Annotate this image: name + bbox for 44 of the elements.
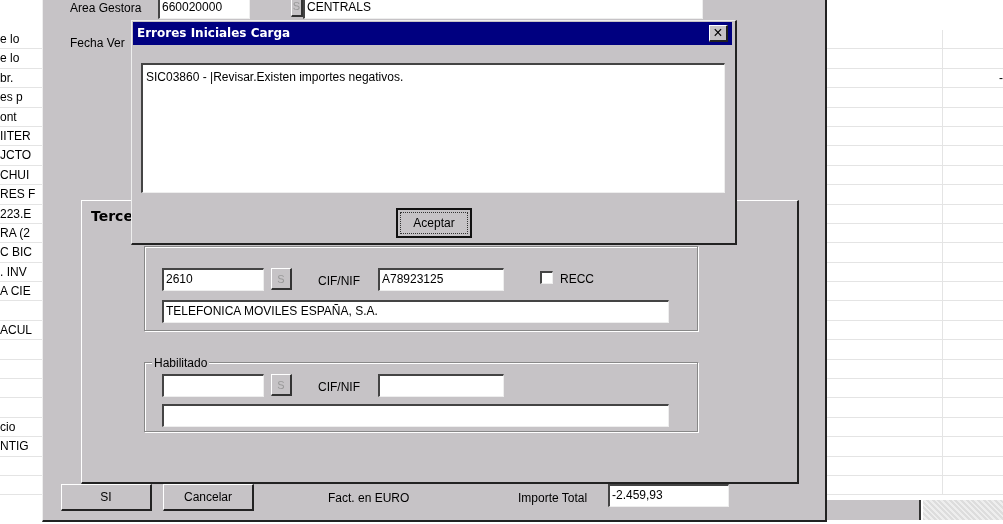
- cell-text: cio: [0, 419, 16, 434]
- field-label: CIF/NIF: [318, 273, 360, 290]
- cancel-button[interactable]: Cancelar: [163, 484, 254, 511]
- cell-text: e lo: [0, 32, 20, 46]
- close-button[interactable]: ×: [709, 25, 728, 42]
- total-field[interactable]: -2.459,93: [608, 484, 729, 507]
- cell-text: -: [999, 70, 1003, 85]
- cell-text: es p: [0, 90, 23, 105]
- dialog-title: Errores Iniciales Carga: [137, 26, 291, 40]
- cell-text: CHUI: [0, 167, 30, 182]
- code-field[interactable]: 660020000: [158, 0, 250, 19]
- name-field[interactable]: CENTRALS: [303, 0, 703, 19]
- field-label: Importe Total: [518, 490, 588, 507]
- cell-text: JCTO: [0, 148, 32, 163]
- cell-text: ont: [0, 109, 17, 124]
- cif-field[interactable]: [378, 374, 504, 397]
- currency-note: Fact. en EURO: [328, 490, 410, 507]
- cell-text: ACUL: [0, 322, 32, 337]
- scrollbar-track[interactable]: [923, 500, 1003, 520]
- cell-text: C BIC: [0, 245, 32, 260]
- checkbox-label: RECC: [560, 271, 594, 288]
- name-field[interactable]: [162, 404, 669, 427]
- cell-text: NTIG: [0, 439, 29, 454]
- cell-text: RA (2: [0, 225, 30, 240]
- cell-text: 223.E: [0, 206, 32, 221]
- accept-button[interactable]: Aceptar: [396, 208, 472, 238]
- cif-field[interactable]: A78923125: [378, 268, 504, 291]
- name-field[interactable]: TELEFONICA MOVILES ESPAÑA, S.A.: [162, 300, 669, 323]
- field-label: CIF/NIF: [318, 379, 360, 396]
- cell-text: e lo: [0, 51, 20, 66]
- cell-text: br.: [0, 70, 14, 85]
- yes-button[interactable]: SI: [61, 484, 152, 511]
- code-field[interactable]: [162, 374, 264, 397]
- cell-text: A CIE: [0, 284, 31, 299]
- field-label: Fecha Ver: [70, 35, 125, 52]
- message-text: SIC03860 - |Revisar.Existen importes negativos.: [146, 70, 404, 84]
- recc-checkbox[interactable]: [540, 271, 553, 284]
- cell-text: RES F: [0, 187, 36, 202]
- code-field[interactable]: 2610: [162, 268, 264, 291]
- group-title: Terce: [91, 207, 133, 226]
- cell-text: IITER: [0, 128, 31, 143]
- scrollbar-thumb[interactable]: [825, 500, 921, 520]
- cell-text: . INV: [0, 264, 27, 279]
- field-label: Area Gestora: [70, 0, 142, 17]
